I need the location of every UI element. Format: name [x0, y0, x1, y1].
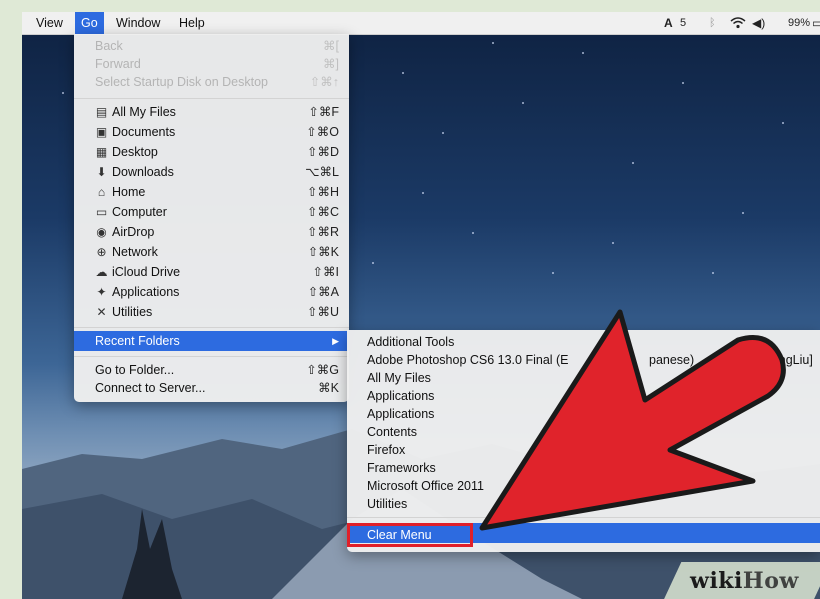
connect-server-shortcut: ⌘K — [318, 381, 339, 395]
menu-item-all-my-files[interactable]: ▤ All My Files ⇧⌘F — [74, 103, 349, 122]
menu-item-forward[interactable]: Forward ⌘] — [74, 55, 349, 74]
menu-item-recent-folders[interactable]: Recent Folders ▶ — [74, 331, 349, 351]
submenu-item[interactable]: Contents — [367, 423, 417, 441]
select-startup-label: Select Startup Disk on Desktop — [95, 75, 268, 89]
menubar-go[interactable]: Go — [75, 12, 104, 34]
icloud-shortcut: ⇧⌘I — [312, 265, 339, 279]
menubar-view[interactable]: View — [30, 12, 69, 34]
battery-icon[interactable]: ▭ — [812, 12, 820, 34]
clear-menu-item[interactable]: Clear Menu — [347, 523, 473, 547]
watermark-how: How — [742, 568, 799, 594]
network-shortcut: ⇧⌘K — [307, 245, 339, 259]
menu-item-connect-to-server[interactable]: Connect to Server... ⌘K — [74, 379, 349, 398]
submenu-item[interactable]: Microsoft Office 2011 — [367, 477, 484, 495]
utilities-icon: ✕ — [96, 305, 107, 319]
utilities-shortcut: ⇧⌘U — [306, 305, 339, 319]
documents-shortcut: ⇧⌘O — [306, 125, 339, 139]
separator — [74, 98, 349, 99]
wikihow-frame: View Go Window Help A 5 ᛒ ◀) 99% ▭ Back ⌘… — [0, 0, 820, 599]
separator — [74, 327, 349, 328]
annotation-arrow-icon — [479, 309, 786, 531]
computer-icon: ▭ — [95, 205, 108, 219]
desktop-shortcut: ⇧⌘D — [306, 145, 339, 159]
menu-item-network[interactable]: ⊕ Network ⇧⌘K — [74, 243, 349, 262]
menu-item-icloud-drive[interactable]: ☁ iCloud Drive ⇧⌘I — [74, 263, 349, 282]
all-my-files-label: All My Files — [112, 105, 176, 119]
menu-bar: View Go Window Help A 5 ᛒ ◀) 99% ▭ — [22, 12, 820, 35]
menu-item-applications[interactable]: ✦ Applications ⇧⌘A — [74, 283, 349, 302]
home-icon: ⌂ — [97, 185, 106, 199]
menu-item-home[interactable]: ⌂ Home ⇧⌘H — [74, 183, 349, 202]
recent-folders-label: Recent Folders — [95, 334, 180, 348]
airdrop-shortcut: ⇧⌘R — [306, 225, 339, 239]
select-startup-shortcut: ⇧⌘↑ — [309, 75, 339, 89]
menu-item-documents[interactable]: ▣ Documents ⇧⌘O — [74, 123, 349, 142]
computer-shortcut: ⇧⌘C — [306, 205, 339, 219]
back-shortcut: ⌘[ — [323, 39, 339, 53]
back-label: Back — [95, 39, 123, 53]
submenu-item[interactable]: Utilities — [367, 495, 407, 513]
go-menu: Back ⌘[ Forward ⌘] Select Startup Disk on … — [74, 34, 349, 402]
menu-item-back[interactable]: Back ⌘[ — [74, 37, 349, 56]
separator — [74, 356, 349, 357]
submenu-item[interactable]: All My Files — [367, 369, 431, 387]
watermark-wiki: wiki — [690, 568, 743, 594]
menu-item-downloads[interactable]: ⬇ Downloads ⌥⌘L — [74, 163, 349, 182]
airdrop-icon: ◉ — [96, 225, 107, 239]
menu-item-go-to-folder[interactable]: Go to Folder... ⇧⌘G — [74, 361, 349, 380]
home-shortcut: ⇧⌘H — [306, 185, 339, 199]
submenu-item[interactable]: Firefox — [367, 441, 405, 459]
go-to-folder-shortcut: ⇧⌘G — [306, 363, 339, 377]
menu-item-utilities[interactable]: ✕ Utilities ⇧⌘U — [74, 303, 349, 322]
connect-server-label: Connect to Server... — [95, 381, 206, 395]
applications-icon: ✦ — [96, 285, 107, 299]
icloud-icon: ☁ — [95, 265, 108, 279]
desktop-label: Desktop — [112, 145, 158, 159]
wifi-icon[interactable] — [730, 12, 746, 34]
desktop-icon: ▦ — [95, 145, 108, 159]
network-icon: ⊕ — [96, 245, 107, 259]
menu-item-desktop[interactable]: ▦ Desktop ⇧⌘D — [74, 143, 349, 162]
icloud-label: iCloud Drive — [112, 265, 181, 279]
home-label: Home — [112, 185, 146, 199]
forward-label: Forward — [95, 57, 141, 71]
all-my-files-shortcut: ⇧⌘F — [308, 105, 339, 119]
downloads-label: Downloads — [112, 165, 174, 179]
all-my-files-icon: ▤ — [95, 105, 108, 119]
submenu-item[interactable]: Frameworks — [367, 459, 436, 477]
computer-label: Computer — [112, 205, 167, 219]
applications-shortcut: ⇧⌘A — [307, 285, 339, 299]
wikihow-watermark: wikiHow — [690, 568, 799, 594]
submenu-item[interactable]: Additional Tools — [367, 333, 454, 351]
downloads-icon: ⬇ — [96, 165, 107, 179]
menu-item-computer[interactable]: ▭ Computer ⇧⌘C — [74, 203, 349, 222]
bluetooth-icon[interactable]: ᛒ — [709, 12, 716, 34]
utilities-label: Utilities — [112, 305, 153, 319]
submenu-item[interactable]: Applications — [367, 405, 434, 423]
airdrop-label: AirDrop — [112, 225, 155, 239]
menu-item-select-startup-disk[interactable]: Select Startup Disk on Desktop ⇧⌘↑ — [74, 73, 349, 92]
volume-icon[interactable]: ◀) — [752, 12, 765, 34]
menubar-help[interactable]: Help — [173, 12, 211, 34]
menubar-window[interactable]: Window — [110, 12, 166, 34]
submenu-item[interactable]: Applications — [367, 387, 434, 405]
menu-item-airdrop[interactable]: ◉ AirDrop ⇧⌘R — [74, 223, 349, 242]
go-to-folder-label: Go to Folder... — [95, 363, 175, 377]
documents-label: Documents — [112, 125, 176, 139]
applications-label: Applications — [112, 285, 180, 299]
forward-shortcut: ⌘] — [323, 57, 339, 71]
battery-percent: 99% — [788, 17, 811, 29]
adobe-icon[interactable]: A — [664, 12, 673, 34]
network-label: Network — [112, 245, 158, 259]
adobe-count: 5 — [680, 17, 687, 29]
documents-icon: ▣ — [95, 125, 108, 139]
downloads-shortcut: ⌥⌘L — [305, 165, 339, 179]
submenu-arrow-icon: ▶ — [332, 336, 339, 346]
